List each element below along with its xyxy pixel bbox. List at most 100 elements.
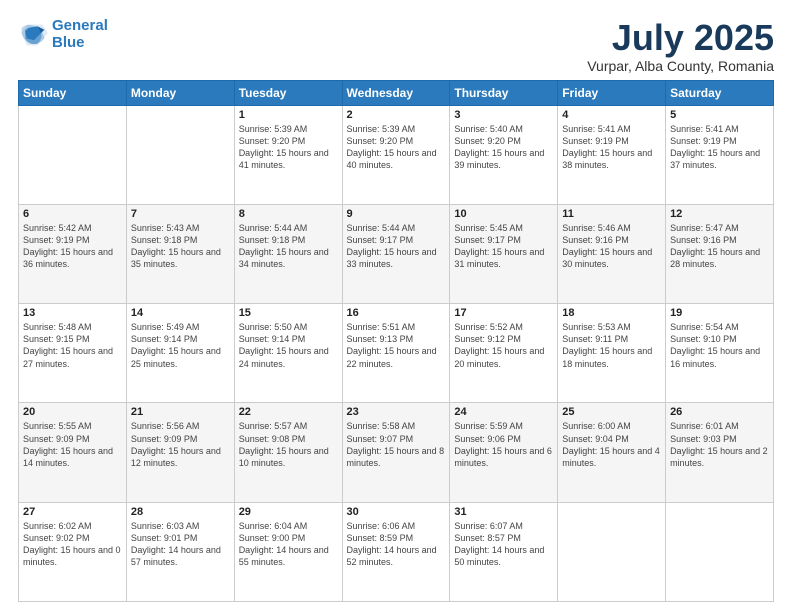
- calendar-cell: 16 Sunrise: 5:51 AMSunset: 9:13 PMDayligh…: [342, 304, 450, 403]
- col-sunday: Sunday: [19, 80, 127, 105]
- calendar-cell: 4 Sunrise: 5:41 AMSunset: 9:19 PMDaylight…: [558, 105, 666, 204]
- day-number: 8: [239, 208, 338, 220]
- day-number: 20: [23, 406, 122, 418]
- cell-info: Sunrise: 5:47 AMSunset: 9:16 PMDaylight:…: [670, 222, 769, 271]
- cell-info: Sunrise: 5:44 AMSunset: 9:17 PMDaylight:…: [347, 222, 446, 271]
- calendar-cell: 6Sunrise: 5:42 AMSunset: 9:19 PMDaylight…: [19, 204, 127, 303]
- day-number: 3: [454, 109, 553, 121]
- calendar-cell: [19, 105, 127, 204]
- title-block: July 2025 Vurpar, Alba County, Romania: [587, 18, 774, 74]
- calendar-cell: 17Sunrise: 5:52 AMSunset: 9:12 PMDayligh…: [450, 304, 558, 403]
- calendar-table: Sunday Monday Tuesday Wednesday Thursday…: [18, 80, 774, 602]
- calendar-cell: 9 Sunrise: 5:44 AMSunset: 9:17 PMDaylight…: [342, 204, 450, 303]
- logo-blue: Blue: [52, 34, 85, 51]
- day-number: 30: [347, 506, 446, 518]
- day-number: 16: [347, 307, 446, 319]
- calendar-cell: 25Sunrise: 6:00 AMSunset: 9:04 PMDayligh…: [558, 403, 666, 502]
- cell-info: Sunrise: 5:51 AMSunset: 9:13 PMDaylight:…: [347, 321, 446, 370]
- day-number: 12: [670, 208, 769, 220]
- cell-info: Sunrise: 5:46 AMSunset: 9:16 PMDaylight:…: [562, 222, 661, 271]
- day-number: 21: [131, 406, 230, 418]
- col-wednesday: Wednesday: [342, 80, 450, 105]
- day-number: 28: [131, 506, 230, 518]
- cell-info: Sunrise: 5:42 AMSunset: 9:19 PMDaylight:…: [23, 222, 122, 271]
- calendar-cell: [666, 502, 774, 601]
- cell-info: Sunrise: 5:39 AMSunset: 9:20 PMDaylight:…: [347, 123, 446, 172]
- cell-info: Sunrise: 5:44 AMSunset: 9:18 PMDaylight:…: [239, 222, 338, 271]
- day-number: 9: [347, 208, 446, 220]
- calendar-week-1: 1 Sunrise: 5:39 AMSunset: 9:20 PMDaylight…: [19, 105, 774, 204]
- calendar-cell: 3 Sunrise: 5:40 AMSunset: 9:20 PMDaylight…: [450, 105, 558, 204]
- day-number: 13: [23, 307, 122, 319]
- calendar-cell: 14 Sunrise: 5:49 AMSunset: 9:14 PMDayligh…: [126, 304, 234, 403]
- day-number: 15: [239, 307, 338, 319]
- calendar-week-2: 6Sunrise: 5:42 AMSunset: 9:19 PMDaylight…: [19, 204, 774, 303]
- logo: General Blue: [18, 18, 108, 51]
- cell-info: Sunrise: 5:41 AMSunset: 9:19 PMDaylight:…: [562, 123, 661, 172]
- calendar-cell: 1Sunrise: 5:39 AMSunset: 9:20 PMDaylight…: [234, 105, 342, 204]
- cell-info: Sunrise: 5:41 AMSunset: 9:19 PMDaylight:…: [670, 123, 769, 172]
- logo-general: General: [52, 17, 108, 34]
- col-thursday: Thursday: [450, 80, 558, 105]
- cell-info: Sunrise: 6:06 AMSunset: 8:59 PMDaylight:…: [347, 520, 446, 569]
- day-number: 5: [670, 109, 769, 121]
- page: General Blue July 2025 Vurpar, Alba Coun…: [0, 0, 792, 612]
- cell-info: Sunrise: 6:02 AMSunset: 9:02 PMDaylight:…: [23, 520, 122, 569]
- header: General Blue July 2025 Vurpar, Alba Coun…: [18, 18, 774, 74]
- calendar-header-row: Sunday Monday Tuesday Wednesday Thursday…: [19, 80, 774, 105]
- calendar-cell: 10Sunrise: 5:45 AMSunset: 9:17 PMDayligh…: [450, 204, 558, 303]
- cell-info: Sunrise: 6:00 AMSunset: 9:04 PMDaylight:…: [562, 420, 661, 469]
- cell-info: Sunrise: 5:57 AMSunset: 9:08 PMDaylight:…: [239, 420, 338, 469]
- col-tuesday: Tuesday: [234, 80, 342, 105]
- day-number: 18: [562, 307, 661, 319]
- day-number: 1: [239, 109, 338, 121]
- cell-info: Sunrise: 5:53 AMSunset: 9:11 PMDaylight:…: [562, 321, 661, 370]
- calendar-cell: [126, 105, 234, 204]
- logo-text: General Blue: [52, 18, 108, 51]
- calendar-cell: 19 Sunrise: 5:54 AMSunset: 9:10 PMDayligh…: [666, 304, 774, 403]
- cell-info: Sunrise: 5:48 AMSunset: 9:15 PMDaylight:…: [23, 321, 122, 370]
- logo-icon: [18, 21, 48, 49]
- day-number: 4: [562, 109, 661, 121]
- calendar-cell: 23Sunrise: 5:58 AMSunset: 9:07 PMDayligh…: [342, 403, 450, 502]
- calendar-cell: 15 Sunrise: 5:50 AMSunset: 9:14 PMDayligh…: [234, 304, 342, 403]
- cell-info: Sunrise: 6:03 AMSunset: 9:01 PMDaylight:…: [131, 520, 230, 569]
- day-number: 27: [23, 506, 122, 518]
- calendar-week-5: 27 Sunrise: 6:02 AMSunset: 9:02 PMDayligh…: [19, 502, 774, 601]
- cell-info: Sunrise: 5:52 AMSunset: 9:12 PMDaylight:…: [454, 321, 553, 370]
- calendar-cell: 28 Sunrise: 6:03 AMSunset: 9:01 PMDayligh…: [126, 502, 234, 601]
- calendar-week-3: 13 Sunrise: 5:48 AMSunset: 9:15 PMDayligh…: [19, 304, 774, 403]
- calendar-cell: 12 Sunrise: 5:47 AMSunset: 9:16 PMDayligh…: [666, 204, 774, 303]
- calendar-cell: 31Sunrise: 6:07 AMSunset: 8:57 PMDayligh…: [450, 502, 558, 601]
- col-friday: Friday: [558, 80, 666, 105]
- day-number: 31: [454, 506, 553, 518]
- calendar-cell: 30 Sunrise: 6:06 AMSunset: 8:59 PMDayligh…: [342, 502, 450, 601]
- day-number: 2: [347, 109, 446, 121]
- day-number: 19: [670, 307, 769, 319]
- cell-info: Sunrise: 5:54 AMSunset: 9:10 PMDaylight:…: [670, 321, 769, 370]
- cell-info: Sunrise: 5:43 AMSunset: 9:18 PMDaylight:…: [131, 222, 230, 271]
- calendar-cell: 22 Sunrise: 5:57 AMSunset: 9:08 PMDayligh…: [234, 403, 342, 502]
- day-number: 22: [239, 406, 338, 418]
- cell-info: Sunrise: 5:49 AMSunset: 9:14 PMDaylight:…: [131, 321, 230, 370]
- calendar-cell: 24Sunrise: 5:59 AMSunset: 9:06 PMDayligh…: [450, 403, 558, 502]
- calendar-cell: 8 Sunrise: 5:44 AMSunset: 9:18 PMDaylight…: [234, 204, 342, 303]
- cell-info: Sunrise: 6:04 AMSunset: 9:00 PMDaylight:…: [239, 520, 338, 569]
- calendar-cell: 21Sunrise: 5:56 AMSunset: 9:09 PMDayligh…: [126, 403, 234, 502]
- day-number: 26: [670, 406, 769, 418]
- cell-info: Sunrise: 5:40 AMSunset: 9:20 PMDaylight:…: [454, 123, 553, 172]
- calendar-cell: 29 Sunrise: 6:04 AMSunset: 9:00 PMDayligh…: [234, 502, 342, 601]
- main-title: July 2025: [587, 18, 774, 58]
- col-saturday: Saturday: [666, 80, 774, 105]
- day-number: 10: [454, 208, 553, 220]
- day-number: 23: [347, 406, 446, 418]
- cell-info: Sunrise: 6:01 AMSunset: 9:03 PMDaylight:…: [670, 420, 769, 469]
- calendar-cell: 27 Sunrise: 6:02 AMSunset: 9:02 PMDayligh…: [19, 502, 127, 601]
- calendar-cell: 13 Sunrise: 5:48 AMSunset: 9:15 PMDayligh…: [19, 304, 127, 403]
- day-number: 29: [239, 506, 338, 518]
- day-number: 14: [131, 307, 230, 319]
- cell-info: Sunrise: 5:55 AMSunset: 9:09 PMDaylight:…: [23, 420, 122, 469]
- cell-info: Sunrise: 5:50 AMSunset: 9:14 PMDaylight:…: [239, 321, 338, 370]
- calendar-cell: 7Sunrise: 5:43 AMSunset: 9:18 PMDaylight…: [126, 204, 234, 303]
- day-number: 24: [454, 406, 553, 418]
